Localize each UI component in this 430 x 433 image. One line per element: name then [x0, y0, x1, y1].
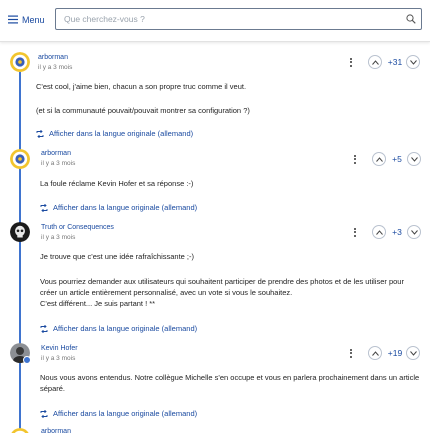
show-original-label: Afficher dans la langue originale (allem…: [53, 324, 198, 333]
hamburger-icon: [8, 11, 18, 29]
menu-button[interactable]: Menu: [8, 12, 45, 28]
more-options-icon[interactable]: [347, 55, 355, 69]
badge-avatar[interactable]: [10, 428, 30, 433]
comment-text: Nous vous avons entendus. Notre collègue…: [40, 373, 420, 393]
show-original-link[interactable]: Afficher dans la langue originale (allem…: [40, 203, 197, 212]
upvote-button[interactable]: [368, 346, 382, 360]
comment-text: Vous pourriez demander aux utilisateurs …: [40, 277, 404, 308]
show-original-link[interactable]: Afficher dans la langue originale (allem…: [36, 129, 193, 138]
repeat-icon: [36, 129, 44, 138]
badge-avatar[interactable]: [10, 149, 30, 169]
comment-author[interactable]: arborman: [38, 54, 68, 61]
top-bar: Menu: [0, 0, 430, 42]
chevron-down-icon: [410, 229, 418, 235]
menu-label: Menu: [22, 15, 45, 25]
more-options-icon[interactable]: [347, 346, 355, 360]
repeat-icon: [40, 203, 48, 212]
chevron-up-icon: [375, 229, 383, 235]
comment-time: il y a 3 mois: [41, 160, 76, 167]
chevron-up-icon: [375, 156, 383, 162]
upvote-button[interactable]: [372, 225, 386, 239]
search-icon[interactable]: [401, 9, 421, 29]
more-options-icon[interactable]: [351, 152, 359, 166]
downvote-button[interactable]: [407, 152, 421, 166]
vote-score: +5: [392, 154, 402, 164]
downvote-button[interactable]: [406, 55, 420, 69]
thread-line: [19, 72, 21, 433]
show-original-label: Afficher dans la langue originale (allem…: [53, 203, 198, 212]
repeat-icon: [40, 409, 48, 418]
comment-text: Je trouve que c'est une idée rafraîchiss…: [40, 252, 195, 261]
show-original-label: Afficher dans la langue originale (allem…: [53, 409, 198, 418]
show-original-link[interactable]: Afficher dans la langue originale (allem…: [40, 409, 197, 418]
vote-score: +19: [387, 348, 403, 358]
downvote-button[interactable]: [406, 346, 420, 360]
downvote-button[interactable]: [407, 225, 421, 239]
show-original-link[interactable]: Afficher dans la langue originale (allem…: [40, 324, 197, 333]
chevron-down-icon: [409, 350, 417, 356]
repeat-icon: [40, 324, 48, 333]
comment-time: il y a 3 mois: [41, 234, 76, 241]
chevron-up-icon: [371, 59, 379, 65]
badge-avatar[interactable]: [10, 52, 30, 72]
comment-author[interactable]: arborman: [41, 428, 71, 433]
comment-text: C'est cool, j'aime bien, chacun a son pr…: [36, 82, 247, 91]
skull-avatar[interactable]: [10, 222, 30, 242]
show-original-label: Afficher dans la langue originale (allem…: [49, 129, 194, 138]
comment-time: il y a 3 mois: [41, 355, 76, 362]
comment-text: La foule réclame Kevin Hofer et sa répon…: [40, 179, 194, 188]
search-input[interactable]: [56, 9, 401, 29]
comment-time: il y a 3 mois: [38, 64, 73, 71]
comment-author[interactable]: arborman: [41, 150, 71, 157]
vote-score: +3: [392, 227, 402, 237]
more-options-icon[interactable]: [351, 225, 359, 239]
comment-author[interactable]: Kevin Hofer: [41, 345, 78, 352]
upvote-button[interactable]: [372, 152, 386, 166]
chevron-up-icon: [371, 350, 379, 356]
comment-author[interactable]: Truth or Consequences: [41, 224, 114, 231]
chevron-down-icon: [410, 156, 418, 162]
chevron-down-icon: [409, 59, 417, 65]
search-box: [55, 8, 422, 30]
vote-score: +31: [387, 57, 403, 67]
upvote-button[interactable]: [368, 55, 382, 69]
comment-text: (et si la communauté pouvait/pouvait mon…: [36, 106, 250, 115]
verified-badge-icon: [23, 356, 31, 364]
